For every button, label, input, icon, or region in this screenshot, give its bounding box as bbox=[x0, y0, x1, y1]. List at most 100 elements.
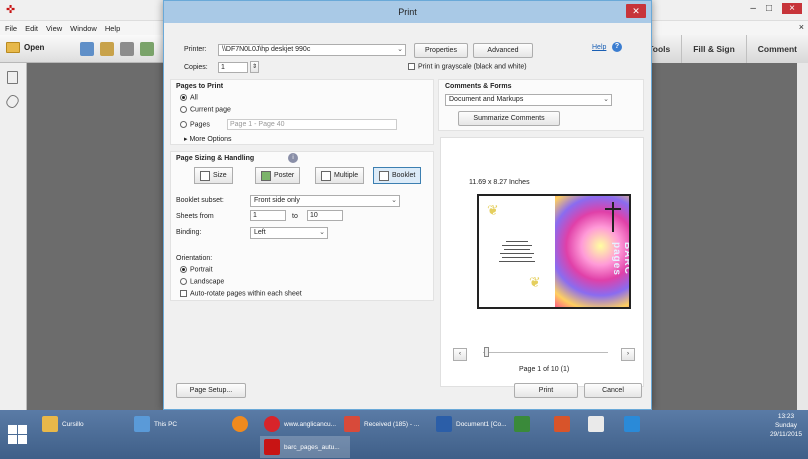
taskbar-item-app[interactable] bbox=[620, 413, 644, 435]
system-tray-clock[interactable]: 13:23 Sunday 29/11/2015 bbox=[770, 412, 802, 439]
radio-landscape[interactable] bbox=[180, 278, 187, 285]
preview-page: ❦ ❦ BARC pages bbox=[477, 194, 631, 309]
multiple-button[interactable]: Multiple bbox=[315, 167, 365, 184]
booklet-subset-label: Booklet subset: bbox=[176, 197, 224, 204]
taskbar-item-label: Document1 [Co... bbox=[456, 420, 507, 428]
help-icon[interactable]: ? bbox=[612, 42, 622, 52]
taskbar-item-this-pc[interactable]: This PC bbox=[130, 413, 181, 435]
edit-icon[interactable] bbox=[120, 42, 134, 56]
taskbar-item-word[interactable]: Document1 [Co... bbox=[432, 413, 511, 435]
radio-portrait[interactable] bbox=[180, 266, 187, 273]
window-controls: – □ × bbox=[750, 3, 802, 14]
orientation-label: Orientation: bbox=[176, 255, 213, 262]
radio-pages-option[interactable]: Pages bbox=[180, 121, 210, 128]
acrobat-logo-icon: ✜ bbox=[6, 4, 16, 16]
cross-icon bbox=[612, 202, 614, 232]
taskbar-item-label: www.anglicancu... bbox=[284, 420, 337, 428]
landscape-option[interactable]: Landscape bbox=[180, 278, 224, 285]
comments-select[interactable]: Document and Markups ⌄ bbox=[445, 94, 612, 106]
close-icon[interactable]: × bbox=[782, 3, 802, 14]
more-options-toggle[interactable]: ▸ More Options bbox=[184, 135, 232, 143]
copies-stepper[interactable]: ⇕ bbox=[250, 61, 259, 73]
navigation-rail bbox=[0, 63, 27, 410]
sheets-to-input[interactable]: 10 bbox=[307, 210, 343, 221]
excel-icon bbox=[514, 416, 530, 432]
taskbar-item-powerpoint[interactable] bbox=[550, 413, 574, 435]
summarize-comments-button[interactable]: Summarize Comments bbox=[458, 111, 560, 126]
butterfly-icon: ❦ bbox=[487, 202, 499, 218]
preview-slider-thumb[interactable] bbox=[484, 347, 489, 357]
tab-comment[interactable]: Comment bbox=[745, 35, 808, 63]
taskbar-item-excel[interactable] bbox=[510, 413, 534, 435]
size-button[interactable]: Size bbox=[194, 167, 233, 184]
taskbar-item-cursillo[interactable]: Cursillo bbox=[38, 413, 88, 435]
info-icon[interactable]: i bbox=[288, 153, 298, 163]
radio-pages[interactable] bbox=[180, 121, 187, 128]
menu-window[interactable]: Window bbox=[70, 24, 97, 33]
butterfly-icon: ❦ bbox=[529, 274, 541, 290]
booklet-subset-value: Front side only bbox=[254, 197, 300, 204]
binding-select[interactable]: Left ⌄ bbox=[250, 227, 328, 239]
printer-select[interactable]: \\DF7N0L0J\hp deskjet 990c ⌄ bbox=[218, 44, 406, 56]
document-close-icon[interactable]: × bbox=[799, 22, 804, 32]
portrait-option[interactable]: Portrait bbox=[180, 266, 213, 273]
taskbar-item-firefox[interactable] bbox=[228, 413, 252, 435]
radio-all[interactable] bbox=[180, 94, 187, 101]
radio-all-label: All bbox=[190, 94, 198, 102]
preview-prev-button[interactable]: ‹ bbox=[453, 348, 467, 361]
chevron-down-icon: ⌄ bbox=[603, 96, 609, 103]
more-options-label: More Options bbox=[189, 136, 232, 143]
clock-day: Sunday bbox=[774, 422, 797, 429]
radio-current[interactable] bbox=[180, 106, 187, 113]
help-link[interactable]: Help bbox=[592, 44, 606, 51]
pages-to-print-title: Pages to Print bbox=[176, 83, 224, 90]
preview-text-lines bbox=[499, 238, 535, 265]
radio-all-option[interactable]: All bbox=[180, 94, 198, 101]
booklet-subset-select[interactable]: Front side only ⌄ bbox=[250, 195, 400, 207]
comments-value: Document and Markups bbox=[449, 96, 524, 103]
attachments-icon[interactable] bbox=[4, 93, 21, 110]
menu-edit[interactable]: Edit bbox=[25, 24, 38, 33]
menu-file[interactable]: File bbox=[5, 24, 17, 33]
preview-next-button[interactable]: › bbox=[621, 348, 635, 361]
page-thumbnails-icon[interactable] bbox=[7, 71, 18, 84]
taskbar-item-browser[interactable]: www.anglicancu... bbox=[260, 413, 340, 435]
minimize-icon[interactable]: – bbox=[750, 3, 756, 14]
vertical-scrollbar[interactable] bbox=[797, 63, 808, 410]
opera-icon bbox=[264, 416, 280, 432]
grayscale-option[interactable]: Print in grayscale (black and white) bbox=[408, 63, 527, 70]
preview-slider-track[interactable] bbox=[483, 352, 608, 353]
create-icon[interactable] bbox=[80, 42, 94, 56]
autorotate-option[interactable]: Auto-rotate pages within each sheet bbox=[180, 290, 302, 297]
folder-icon bbox=[42, 416, 58, 432]
tab-fill-sign[interactable]: Fill & Sign bbox=[681, 35, 746, 63]
taskbar-item-acrobat[interactable]: barc_pages_autu... bbox=[260, 436, 350, 458]
taskbar-item-mail[interactable]: Received (185) - ... bbox=[340, 413, 423, 435]
acrobat-icon bbox=[264, 439, 280, 455]
dialog-close-button[interactable]: ✕ bbox=[626, 4, 646, 18]
page-setup-button[interactable]: Page Setup... bbox=[176, 383, 246, 398]
printer-value: \\DF7N0L0J\hp deskjet 990c bbox=[222, 46, 311, 53]
save-icon[interactable] bbox=[100, 42, 114, 56]
share-icon[interactable] bbox=[140, 42, 154, 56]
properties-button[interactable]: Properties bbox=[414, 43, 468, 58]
booklet-button[interactable]: Booklet bbox=[373, 167, 422, 184]
windows-start-icon[interactable] bbox=[8, 425, 28, 445]
autorotate-label: Auto-rotate pages within each sheet bbox=[190, 290, 302, 298]
menu-help[interactable]: Help bbox=[105, 24, 120, 33]
taskbar-item-document[interactable] bbox=[584, 413, 608, 435]
poster-button[interactable]: Poster bbox=[255, 167, 301, 184]
menu-view[interactable]: View bbox=[46, 24, 62, 33]
pages-range-input[interactable]: Page 1 - Page 40 bbox=[227, 119, 397, 130]
firefox-icon bbox=[232, 416, 248, 432]
autorotate-checkbox[interactable] bbox=[180, 290, 187, 297]
grayscale-checkbox[interactable] bbox=[408, 63, 415, 70]
open-button[interactable]: Open bbox=[6, 42, 44, 53]
maximize-icon[interactable]: □ bbox=[766, 3, 772, 14]
radio-current-option[interactable]: Current page bbox=[180, 106, 231, 113]
advanced-button[interactable]: Advanced bbox=[473, 43, 533, 58]
print-button[interactable]: Print bbox=[514, 383, 578, 398]
sheets-from-input[interactable]: 1 bbox=[250, 210, 286, 221]
copies-input[interactable]: 1 bbox=[218, 62, 248, 73]
cancel-button[interactable]: Cancel bbox=[584, 383, 642, 398]
